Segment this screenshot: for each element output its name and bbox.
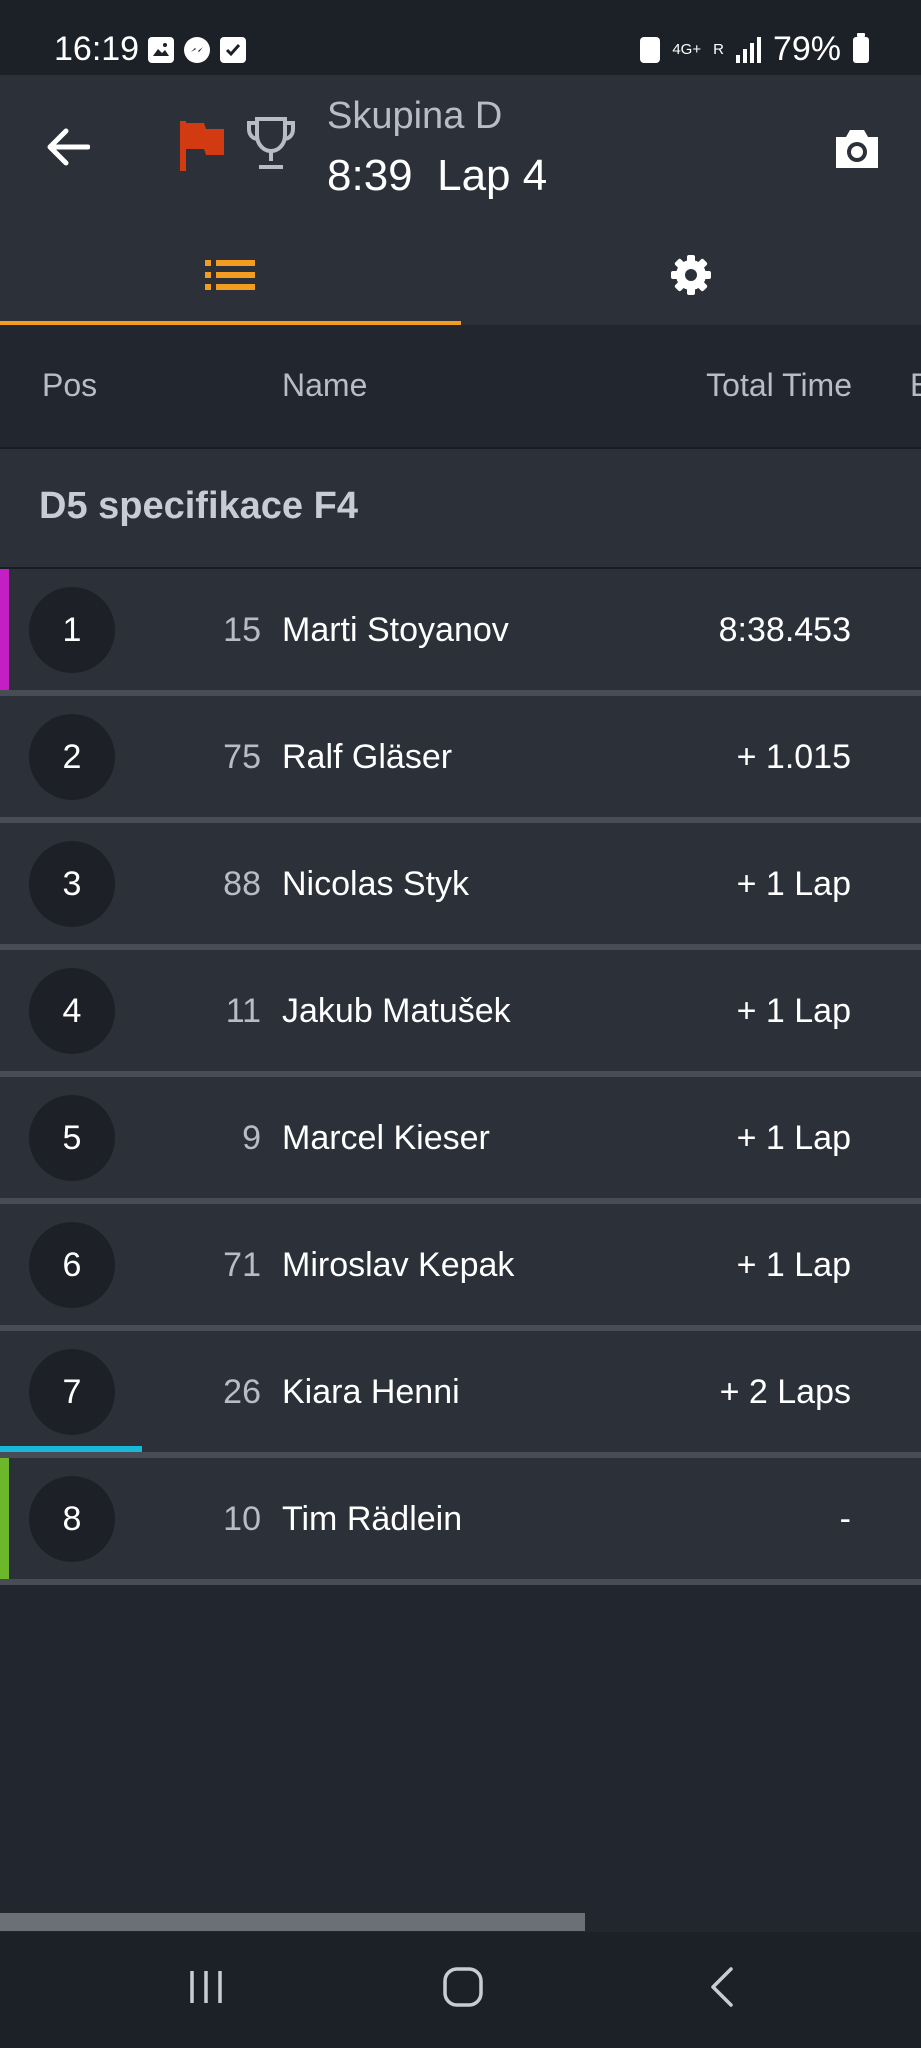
camera-icon bbox=[836, 130, 878, 168]
system-navigation-bar bbox=[0, 1932, 921, 2048]
session-name: Skupina D bbox=[327, 95, 503, 137]
total-time: + 1 Lap bbox=[736, 992, 851, 1030]
status-time: 16:19 bbox=[54, 30, 140, 68]
class-group-title: D5 specifikace F4 bbox=[39, 485, 358, 527]
status-bar: 16:19 4G+ R 79% bbox=[0, 0, 921, 75]
status-marker bbox=[0, 1458, 9, 1579]
driver-name: Ralf Gläser bbox=[282, 738, 453, 776]
home-button[interactable] bbox=[423, 1954, 503, 2020]
position-badge: 1 bbox=[29, 587, 115, 673]
driver-name: Nicolas Styk bbox=[282, 865, 470, 903]
tab-results-list[interactable] bbox=[0, 225, 461, 326]
driver-name: Miroslav Kepak bbox=[282, 1246, 515, 1284]
app-screen: 16:19 4G+ R 79% Skupina D 8:39 Lap 4 Pos… bbox=[0, 0, 921, 2048]
tab-bar bbox=[0, 225, 921, 326]
arrow-left-icon bbox=[47, 128, 90, 166]
total-time: + 1 Lap bbox=[736, 865, 851, 903]
screenshot-button[interactable] bbox=[823, 115, 891, 183]
column-header-pos[interactable]: Pos bbox=[42, 367, 97, 404]
elapsed-time: 8:39 bbox=[327, 151, 413, 200]
fastest-lap-marker bbox=[0, 569, 9, 690]
system-back-button[interactable] bbox=[682, 1954, 762, 2020]
driver-name: Tim Rädlein bbox=[282, 1500, 463, 1538]
column-header-name[interactable]: Name bbox=[282, 367, 367, 404]
result-row[interactable]: 1 15 Marti Stoyanov 8:38.453 bbox=[0, 569, 921, 696]
horizontal-scrollbar[interactable] bbox=[0, 1913, 585, 1931]
results-table-header: Pos Name Total Time B bbox=[0, 325, 921, 449]
chevron-left-icon bbox=[711, 1967, 733, 2007]
car-number: 75 bbox=[223, 738, 261, 776]
position-badge: 5 bbox=[29, 1095, 115, 1181]
gallery-notification-icon bbox=[148, 37, 174, 63]
position-badge: 2 bbox=[29, 714, 115, 800]
total-time: + 2 Laps bbox=[719, 1373, 851, 1411]
signal-icon bbox=[735, 36, 761, 63]
trophy-icon[interactable] bbox=[245, 115, 297, 173]
column-header-overflow[interactable]: B bbox=[910, 367, 921, 404]
check-notification-icon bbox=[220, 37, 246, 63]
position-badge: 4 bbox=[29, 968, 115, 1054]
roaming-indicator: R bbox=[713, 40, 724, 58]
car-number: 10 bbox=[223, 1500, 261, 1538]
current-lap: Lap 4 bbox=[437, 151, 548, 200]
class-group-header: D5 specifikace F4 bbox=[0, 449, 921, 569]
list-icon bbox=[205, 260, 256, 290]
driver-name: Marcel Kieser bbox=[282, 1119, 490, 1157]
result-row[interactable]: 4 11 Jakub Matušek + 1 Lap bbox=[0, 950, 921, 1077]
session-status: 8:39 Lap 4 bbox=[327, 151, 547, 201]
car-number: 71 bbox=[223, 1246, 261, 1284]
result-row[interactable]: 6 71 Miroslav Kepak + 1 Lap bbox=[0, 1204, 921, 1331]
result-row[interactable]: 3 88 Nicolas Styk + 1 Lap bbox=[0, 823, 921, 950]
position-badge: 7 bbox=[29, 1349, 115, 1435]
total-time: + 1.015 bbox=[736, 738, 851, 776]
driver-name: Marti Stoyanov bbox=[282, 611, 509, 649]
car-number: 88 bbox=[223, 865, 261, 903]
back-button[interactable] bbox=[36, 115, 100, 179]
app-bar: Skupina D 8:39 Lap 4 bbox=[0, 75, 921, 326]
recent-apps-button[interactable] bbox=[166, 1954, 246, 2020]
notification-icons bbox=[148, 37, 246, 63]
driver-name: Jakub Matušek bbox=[282, 992, 511, 1030]
data-saver-icon bbox=[640, 36, 661, 63]
result-row[interactable]: 8 10 Tim Rädlein - bbox=[0, 1458, 921, 1585]
car-number: 15 bbox=[223, 611, 261, 649]
position-badge: 3 bbox=[29, 841, 115, 927]
network-type: 4G+ bbox=[672, 40, 702, 58]
result-row[interactable]: 2 75 Ralf Gläser + 1.015 bbox=[0, 696, 921, 823]
position-badge: 6 bbox=[29, 1222, 115, 1308]
red-flag-icon bbox=[180, 121, 224, 171]
battery-icon bbox=[853, 32, 869, 63]
total-time: + 1 Lap bbox=[736, 1246, 851, 1284]
driver-name: Kiara Henni bbox=[282, 1373, 460, 1411]
position-badge: 8 bbox=[29, 1476, 115, 1562]
total-time: - bbox=[839, 1500, 851, 1538]
car-number: 26 bbox=[223, 1373, 261, 1411]
total-time: 8:38.453 bbox=[718, 611, 851, 649]
tab-settings[interactable] bbox=[461, 225, 921, 325]
total-time: + 1 Lap bbox=[736, 1119, 851, 1157]
result-row[interactable]: 7 26 Kiara Henni + 2 Laps bbox=[0, 1331, 921, 1458]
home-icon bbox=[443, 1967, 483, 2007]
battery-percentage: 79% bbox=[772, 30, 841, 68]
messenger-notification-icon bbox=[184, 37, 210, 63]
gear-icon bbox=[670, 255, 711, 295]
car-number: 9 bbox=[242, 1119, 261, 1157]
result-row[interactable]: 5 9 Marcel Kieser + 1 Lap bbox=[0, 1077, 921, 1204]
results-list: 1 15 Marti Stoyanov 8:38.453 2 75 Ralf G… bbox=[0, 569, 921, 1585]
column-header-total-time[interactable]: Total Time bbox=[706, 367, 852, 404]
status-right: 4G+ R 79% bbox=[640, 30, 869, 69]
progress-accent bbox=[0, 1446, 142, 1452]
recents-icon bbox=[190, 1971, 222, 2003]
car-number: 11 bbox=[225, 992, 261, 1030]
